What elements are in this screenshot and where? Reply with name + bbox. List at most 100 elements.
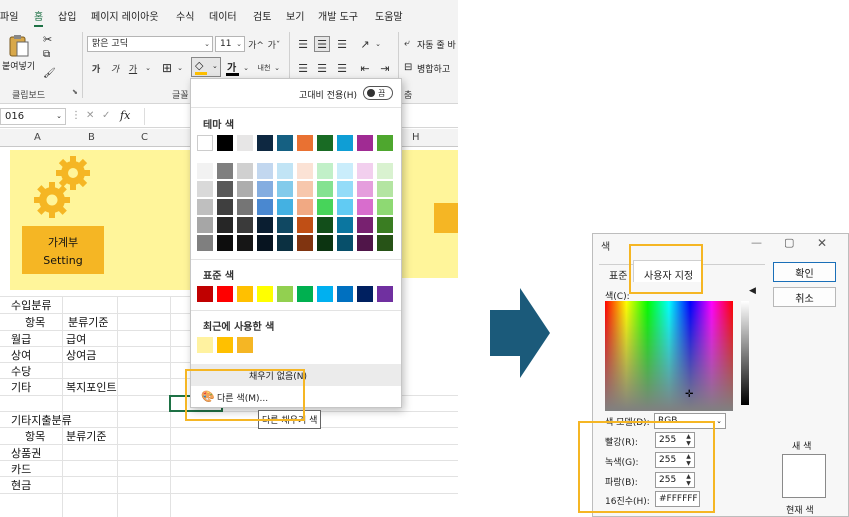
cell-r4b[interactable]: 복지포인트 bbox=[66, 379, 117, 395]
increase-indent-icon[interactable]: ⇥ bbox=[377, 60, 393, 76]
copy-icon[interactable]: ⧉ bbox=[43, 49, 50, 60]
theme-shade-swatch[interactable] bbox=[277, 235, 293, 251]
slider-arrow-icon[interactable]: ◀ bbox=[749, 286, 756, 296]
decrease-indent-icon[interactable]: ⇤ bbox=[357, 60, 373, 76]
paste-button[interactable] bbox=[8, 34, 30, 58]
theme-color-swatch[interactable] bbox=[237, 135, 253, 151]
orientation-icon[interactable]: ↗ bbox=[357, 36, 373, 52]
cell-e3[interactable]: 현금 bbox=[11, 477, 31, 493]
theme-shade-swatch[interactable] bbox=[357, 217, 373, 233]
theme-shade-swatch[interactable] bbox=[377, 163, 393, 179]
cell-e2[interactable]: 카드 bbox=[11, 461, 31, 477]
border-icon[interactable]: ⊞ bbox=[159, 60, 175, 76]
fill-color-button[interactable]: ◇ ⌄ bbox=[191, 57, 221, 77]
theme-shade-swatch[interactable] bbox=[237, 199, 253, 215]
menu-review[interactable]: 검토 bbox=[253, 8, 271, 23]
standard-color-swatch[interactable] bbox=[377, 286, 393, 302]
chevron-down-icon[interactable]: ⌄ bbox=[272, 60, 282, 76]
menu-home[interactable]: 홈 bbox=[34, 8, 44, 27]
theme-shade-swatch[interactable] bbox=[197, 181, 213, 197]
cell-col-criteria2[interactable]: 분류기준 bbox=[66, 428, 106, 444]
menu-developer[interactable]: 개발 도구 bbox=[318, 8, 358, 23]
cell-r2a[interactable]: 상여 bbox=[11, 347, 31, 363]
theme-shade-swatch[interactable] bbox=[297, 217, 313, 233]
theme-shade-swatch[interactable] bbox=[197, 217, 213, 233]
theme-shade-swatch[interactable] bbox=[277, 181, 293, 197]
menu-data[interactable]: 데이터 bbox=[209, 8, 237, 23]
theme-shade-swatch[interactable] bbox=[277, 217, 293, 233]
theme-shade-swatch[interactable] bbox=[357, 199, 373, 215]
theme-shade-swatch[interactable] bbox=[257, 235, 273, 251]
color-spectrum[interactable]: ✛ bbox=[605, 301, 733, 411]
standard-color-swatch[interactable] bbox=[337, 286, 353, 302]
theme-shade-swatch[interactable] bbox=[377, 235, 393, 251]
high-contrast-toggle[interactable]: 끔 bbox=[363, 86, 393, 100]
theme-shade-swatch[interactable] bbox=[337, 181, 353, 197]
function-icon[interactable]: fx bbox=[120, 109, 130, 122]
name-box[interactable]: 016 ⌄ bbox=[0, 108, 66, 125]
underline-button[interactable]: 가 bbox=[126, 60, 140, 76]
theme-shade-swatch[interactable] bbox=[237, 217, 253, 233]
recent-color-swatch[interactable] bbox=[217, 337, 233, 353]
theme-shade-swatch[interactable] bbox=[257, 163, 273, 179]
theme-shade-swatch[interactable] bbox=[197, 199, 213, 215]
theme-shade-swatch[interactable] bbox=[297, 235, 313, 251]
theme-color-swatch[interactable] bbox=[197, 135, 213, 151]
luminance-slider[interactable] bbox=[741, 301, 749, 405]
setting-button[interactable]: 가계부 Setting bbox=[22, 226, 104, 274]
theme-shade-swatch[interactable] bbox=[317, 217, 333, 233]
theme-color-swatch[interactable] bbox=[297, 135, 313, 151]
column-header-c[interactable]: C bbox=[141, 132, 148, 143]
theme-color-swatch[interactable] bbox=[357, 135, 373, 151]
theme-color-swatch[interactable] bbox=[277, 135, 293, 151]
cell-r1a[interactable]: 월급 bbox=[11, 331, 31, 347]
standard-color-swatch[interactable] bbox=[237, 286, 253, 302]
chevron-down-icon[interactable]: ⌄ bbox=[373, 36, 383, 52]
theme-shade-swatch[interactable] bbox=[217, 181, 233, 197]
minimize-icon[interactable]: — bbox=[751, 236, 762, 249]
cell-r4a[interactable]: 기타 bbox=[11, 379, 31, 395]
standard-color-swatch[interactable] bbox=[257, 286, 273, 302]
cell-r2b[interactable]: 상여금 bbox=[66, 347, 96, 363]
bold-button[interactable]: 가 bbox=[89, 60, 103, 76]
cell-r3a[interactable]: 수당 bbox=[11, 363, 31, 379]
close-icon[interactable]: ✕ bbox=[817, 236, 827, 250]
theme-shade-swatch[interactable] bbox=[237, 163, 253, 179]
chevron-down-icon[interactable]: ⌄ bbox=[241, 60, 251, 76]
theme-shade-swatch[interactable] bbox=[377, 199, 393, 215]
cell-col-item2[interactable]: 항목 bbox=[25, 428, 45, 444]
phonetic-button[interactable]: 내천 bbox=[256, 60, 272, 76]
cancel-button[interactable]: 취소 bbox=[773, 287, 836, 307]
standard-color-swatch[interactable] bbox=[197, 286, 213, 302]
theme-shade-swatch[interactable] bbox=[297, 181, 313, 197]
theme-shade-swatch[interactable] bbox=[197, 235, 213, 251]
merge-button[interactable]: 병합하고 bbox=[417, 62, 450, 75]
theme-shade-swatch[interactable] bbox=[317, 181, 333, 197]
align-middle-icon[interactable]: ☰ bbox=[314, 36, 330, 52]
theme-color-swatch[interactable] bbox=[257, 135, 273, 151]
theme-shade-swatch[interactable] bbox=[237, 181, 253, 197]
chevron-down-icon[interactable]: ⌄ bbox=[143, 60, 153, 76]
wrap-text-button[interactable]: 자동 줄 바 bbox=[417, 38, 456, 51]
grow-font-button[interactable]: 가^ bbox=[248, 36, 264, 52]
theme-color-swatch[interactable] bbox=[217, 135, 233, 151]
tab-standard[interactable]: 표준 bbox=[609, 267, 627, 282]
standard-color-swatch[interactable] bbox=[217, 286, 233, 302]
theme-shade-swatch[interactable] bbox=[317, 199, 333, 215]
theme-shade-swatch[interactable] bbox=[217, 163, 233, 179]
standard-color-swatch[interactable] bbox=[297, 286, 313, 302]
theme-shade-swatch[interactable] bbox=[217, 217, 233, 233]
menu-help[interactable]: 도움말 bbox=[375, 8, 403, 23]
column-header-b[interactable]: B bbox=[88, 132, 95, 143]
theme-shade-swatch[interactable] bbox=[317, 235, 333, 251]
menu-view[interactable]: 보기 bbox=[286, 8, 304, 23]
font-name-combo[interactable]: 맑은 고딕 ⌄ bbox=[87, 36, 213, 52]
theme-shade-swatch[interactable] bbox=[337, 235, 353, 251]
italic-button[interactable]: 가 bbox=[108, 60, 122, 76]
recent-color-swatch[interactable] bbox=[197, 337, 213, 353]
menu-formulas[interactable]: 수식 bbox=[176, 8, 194, 23]
align-bottom-icon[interactable]: ☰ bbox=[334, 36, 350, 52]
theme-shade-swatch[interactable] bbox=[257, 181, 273, 197]
theme-shade-swatch[interactable] bbox=[217, 235, 233, 251]
theme-shade-swatch[interactable] bbox=[217, 199, 233, 215]
